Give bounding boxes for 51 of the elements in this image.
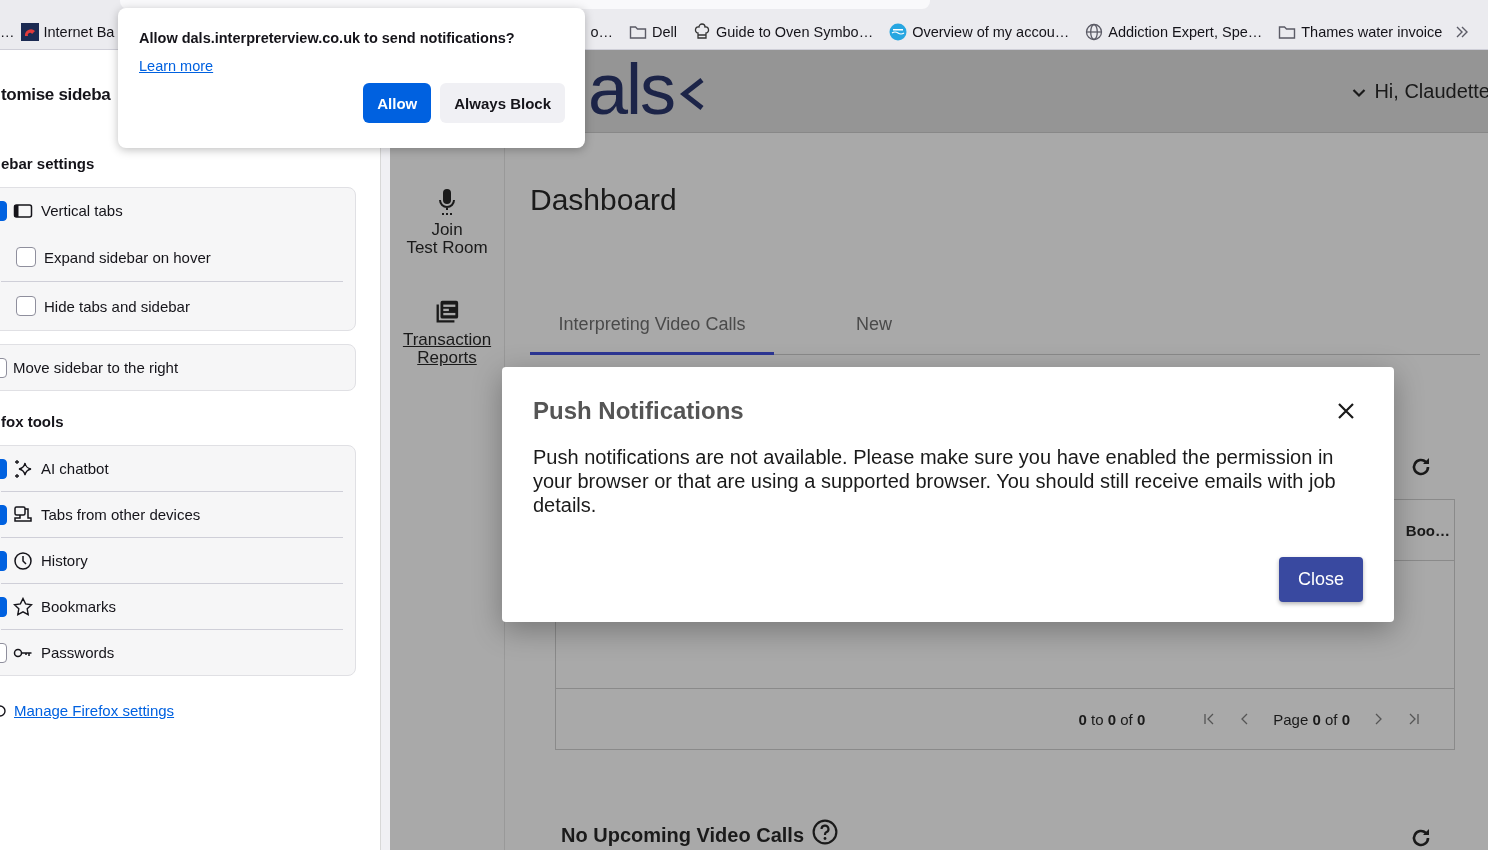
row-range: 0 to 0 of 0	[1078, 710, 1146, 728]
bookmark[interactable]: Internet Ba	[20, 22, 115, 41]
section-heading: ebar settings	[1, 155, 96, 172]
learn-more-link[interactable]: Learn more	[139, 58, 214, 74]
nav-link[interactable]: Join Test Room	[397, 221, 497, 257]
setting-label: Passwords	[41, 644, 115, 661]
setting-label: History	[41, 552, 88, 569]
section-heading: No Upcoming Video Calls	[561, 823, 804, 847]
setting-label: Expand sidebar on hover	[44, 248, 211, 266]
sparkle-icon	[13, 458, 33, 479]
chevron-down-icon[interactable]	[1352, 88, 1367, 98]
panel-title: tomise sideba	[1, 85, 112, 105]
globe-icon	[1085, 22, 1104, 41]
setting-label: Move sidebar to the right	[13, 359, 179, 376]
column-header[interactable]: Boo…	[1405, 521, 1450, 539]
page-title: Dashboard	[530, 183, 678, 217]
setting-label: Tabs from other devices	[41, 506, 201, 523]
tab[interactable]: New	[774, 297, 974, 355]
settings-link[interactable]: Manage Firefox settings	[14, 702, 175, 719]
clock-icon	[13, 550, 33, 571]
section-heading: fox tools	[1, 413, 65, 430]
bookmark[interactable]: o…	[590, 23, 613, 40]
bookmark[interactable]: …	[0, 23, 15, 40]
allow-button[interactable]: Allow	[363, 83, 432, 123]
bookmark[interactable]: Dell	[629, 22, 677, 41]
block-button[interactable]: Always Block	[440, 83, 565, 123]
wave-logo-icon	[889, 22, 908, 41]
page-indicator: Page 0 of 0	[1273, 710, 1350, 728]
setting-label: Bookmarks	[41, 598, 117, 615]
setting-label: Vertical tabs	[41, 202, 123, 219]
modal-message: Push notifications are not available. Please make sure you have enabled the permission in your browser or that are using a supported browser. You should still receive emails with job details.	[533, 445, 1337, 517]
bookmark[interactable]: Guide to Oven Symbo…	[693, 22, 874, 41]
star-icon	[13, 596, 33, 617]
checkbox[interactable]	[16, 247, 36, 267]
logo: als	[588, 53, 675, 125]
checkbox[interactable]	[16, 296, 36, 316]
bookmark[interactable]: Overview of my accou…	[889, 22, 1070, 41]
chef-hat-icon	[693, 22, 711, 41]
setting-label: AI chatbot	[41, 460, 109, 477]
bank-logo-icon	[20, 22, 39, 41]
tab[interactable]: Interpreting Video Calls	[530, 297, 774, 355]
nav-link[interactable]: Transaction Reports	[397, 331, 497, 367]
permission-question: Allow dals.interpreterview.co.uk to send notifications?	[139, 30, 516, 46]
devices-icon	[13, 504, 33, 525]
bookmark[interactable]: Addiction Expert, Spe…	[1085, 22, 1263, 41]
modal-title: Push Notifications	[533, 397, 744, 425]
close-icon[interactable]	[1336, 401, 1356, 421]
setting-label: Hide tabs and sidebar	[44, 297, 190, 315]
help-icon[interactable]	[812, 819, 838, 845]
close-button[interactable]: Close	[1279, 557, 1363, 602]
bookmark[interactable]: Thames water invoice	[1278, 22, 1443, 41]
